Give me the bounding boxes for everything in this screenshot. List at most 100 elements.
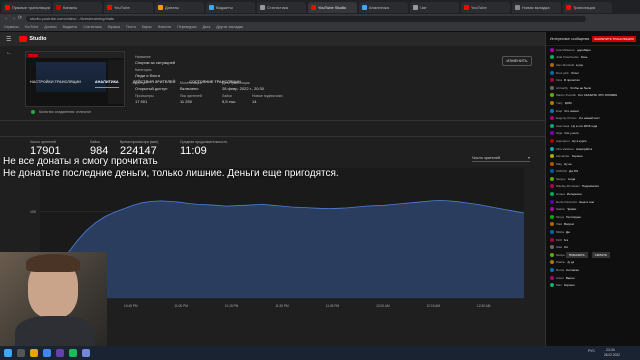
back-icon[interactable]: ← [4, 15, 9, 21]
chat-message[interactable]: Max Хорошо [546, 281, 640, 289]
chat-message[interactable]: Stas Оо [546, 243, 640, 251]
bookmark-item[interactable]: Новости [158, 25, 172, 29]
chat-message[interactable]: Алина Интересно [546, 190, 640, 198]
chat-message[interactable]: Kirill Ага [546, 236, 640, 244]
chat-message[interactable]: Nikolay Zhuravlev Подписался [546, 183, 640, 191]
browser-tab[interactable]: Прямые трансляции - YouTube Studio [2, 1, 51, 13]
chat-message[interactable]: Anton Верно [546, 274, 640, 282]
bookmark-item[interactable]: Другие закладки [216, 25, 243, 29]
bookmark-item[interactable]: Статистика [83, 25, 101, 29]
start-icon[interactable] [4, 349, 12, 357]
tab-label: Аналитика [369, 4, 389, 10]
bookmark-item[interactable]: Карты [142, 25, 152, 29]
chat-message[interactable]: Светлана Ну а что 2016 года [546, 122, 640, 130]
browser-tab[interactable]: Донаты [155, 1, 204, 13]
chat-message[interactable]: Alex Marshall в ряд [546, 61, 640, 69]
music-icon[interactable] [69, 349, 77, 357]
chat-author: Max [556, 283, 562, 288]
tab-analytics[interactable]: АНАЛИТИКА [94, 80, 119, 88]
chat-message[interactable]: Drux pink Ответ [546, 69, 640, 77]
tab-settings[interactable]: НАСТРОЙКИ ТРАНСЛЯЦИИ [30, 80, 81, 88]
chat-message[interactable]: Аэрофлот Ну в курсе [546, 137, 640, 145]
chat-message[interactable]: Julia Kravchenko боль [546, 54, 640, 62]
chat-author: Drux pink [556, 70, 569, 75]
bookmark-item[interactable]: Донаты [44, 25, 56, 29]
avatar [550, 169, 554, 174]
reload-icon[interactable]: ⟳ [18, 15, 22, 21]
browser-tab[interactable]: Статистика [257, 1, 306, 13]
chat-message[interactable]: Sasha Привет [546, 205, 640, 213]
chat-message[interactable]: Lisa Mickeson дороЗаря [546, 46, 640, 54]
obs-icon[interactable] [56, 349, 64, 357]
chat-message[interactable]: Pasha Ну да [546, 259, 640, 267]
bookmark-item[interactable]: Диск [203, 25, 211, 29]
chat-message[interactable]: CMOCK Да 3% [546, 168, 640, 176]
bookmark-item[interactable]: Почта [126, 25, 136, 29]
chat-header-title[interactable]: Интересные сообщения [550, 37, 589, 41]
show-button[interactable]: ПОКАЗАТЬ [566, 252, 588, 258]
chat-message[interactable]: Tanya Тестируем [546, 213, 640, 221]
avatar [550, 214, 554, 219]
chat-message[interactable]: Sergey Когда [546, 175, 640, 183]
chat-message[interactable]: Maxim Zvezdin Кот СКАЗАТЬ ЧТО ХОЗЯИН [546, 92, 640, 100]
bookmark-item[interactable]: YouTube [25, 25, 39, 29]
bookmark-item[interactable]: Переводчик [177, 25, 196, 29]
bookmark-item[interactable]: Сервисы [4, 25, 19, 29]
folder-icon[interactable] [30, 349, 38, 357]
tab-viewer-actions[interactable]: ДЕЙСТВИЯ ЗРИТЕЛЕЙ [133, 80, 176, 88]
search-icon[interactable] [17, 349, 25, 357]
chat-message[interactable]: Denis Pavlovich Ещё в том [546, 198, 640, 206]
category-value: Люди и блоги [135, 73, 160, 78]
chrome-icon[interactable] [43, 349, 51, 357]
chat-message[interactable]: Olga Что у него [546, 130, 640, 138]
chat-author: Vlad [556, 222, 563, 227]
chat-message[interactable]: Artmathy Чтобы не было [546, 84, 640, 92]
chat-message[interactable]: Alexander Хорошо [546, 152, 640, 160]
chat-pin-button[interactable]: ЗАКРЕПИТЬ ТРАНСЛЯЦИЮ [592, 35, 636, 42]
tab-stream-health[interactable]: СОСТОЯНИЕ ТРАНСЛЯЦИИ [189, 80, 240, 88]
chat-message[interactable]: Irina Я прочитал [546, 76, 640, 84]
chat-message[interactable]: Evgeniy Klimov Я и новый пост [546, 114, 640, 122]
chat-text: Оо [564, 245, 569, 250]
browser-tab[interactable]: YouTube [461, 1, 510, 13]
chat-message[interactable]: Ещё Что значит [546, 107, 640, 115]
url-field[interactable]: studio.youtube.com/video/.../livestreami… [26, 15, 586, 22]
bookmark-item[interactable]: Музыка [108, 25, 120, 29]
stream-preview[interactable] [25, 51, 125, 107]
browser-tab[interactable]: Виджеты [206, 1, 255, 13]
chat-text: Верно [565, 275, 575, 280]
browser-tab[interactable]: YouTube Studio [308, 1, 357, 13]
tab-label: Статистика [267, 4, 289, 10]
chat-message[interactable]: Mag Ну не [546, 160, 640, 168]
title-label: Название [135, 55, 151, 59]
discord-icon[interactable] [82, 349, 90, 357]
chat-text: Кот СКАЗАТЬ ЧТО ХОЗЯИН [578, 93, 618, 98]
chat-text: Привет [566, 207, 577, 212]
youtube-logo-icon[interactable] [19, 36, 28, 42]
metric-likes: Лайки 984 [90, 140, 108, 157]
tab-favicon-icon [260, 4, 265, 10]
chat-message[interactable]: Roma Согласен [546, 266, 640, 274]
chat-message[interactable]: Misha Да [546, 228, 640, 236]
browser-tab[interactable]: Чат [410, 1, 459, 13]
bookmark-item[interactable]: Виджеты [63, 25, 78, 29]
address-bar: ← → ⟳ studio.youtube.com/video/.../lives… [0, 14, 640, 23]
tab-favicon-icon [362, 4, 367, 10]
hide-button[interactable]: СКРЫТЬ [591, 252, 610, 258]
browser-tab[interactable]: Аналитика [359, 1, 408, 13]
browser-tab[interactable]: Новая вкладка [512, 1, 561, 13]
browser-tab[interactable]: Трансляция [563, 1, 612, 13]
chart-metric-select[interactable]: Число зрителей ▾ [472, 154, 530, 162]
browser-tab[interactable]: Каналы [53, 1, 102, 13]
hamburger-menu-icon[interactable]: ☰ [6, 36, 11, 43]
chat-message[interactable]: Yuriy ДОМ [546, 99, 640, 107]
chat-text: Да [566, 230, 570, 235]
forward-icon[interactable]: → [11, 15, 16, 21]
taskbar-lang[interactable]: РУС [588, 349, 595, 353]
avatar [550, 199, 554, 204]
back-arrow-icon[interactable]: ← [6, 50, 12, 56]
chat-message[interactable]: Irina Vasileva пожалуйста [546, 145, 640, 153]
edit-button[interactable]: ИЗМЕНИТЬ [502, 56, 532, 66]
chat-message[interactable]: Vlad Вопрос [546, 221, 640, 229]
browser-tab[interactable]: YouTube [104, 1, 153, 13]
